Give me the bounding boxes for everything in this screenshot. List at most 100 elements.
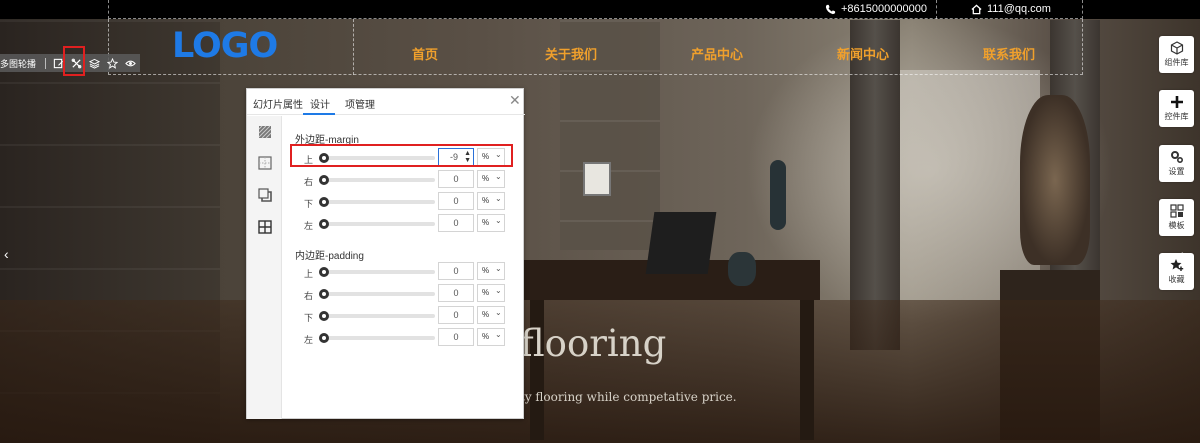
padding-top-input[interactable]: 0 bbox=[438, 262, 474, 280]
margin-right-input[interactable]: 0 bbox=[438, 170, 474, 188]
slider-knob[interactable] bbox=[319, 175, 329, 185]
margin-left-input[interactable]: 0 bbox=[438, 214, 474, 232]
margin-right-label: 右 bbox=[304, 177, 314, 187]
margin-bottom-label: 下 bbox=[304, 199, 314, 209]
dock-components-label: 组件库 bbox=[1164, 58, 1189, 67]
shadow-style-icon[interactable] bbox=[258, 188, 272, 202]
unit-value: % bbox=[482, 218, 490, 227]
dock-favorites[interactable]: 收藏 bbox=[1159, 253, 1194, 290]
dock-controls-label: 控件库 bbox=[1164, 112, 1189, 121]
email-address: 111@qq.com bbox=[987, 3, 1051, 15]
unit-value: % bbox=[482, 288, 490, 297]
top-bar-divider bbox=[936, 0, 937, 19]
dock-templates-label: 模板 bbox=[1168, 221, 1185, 230]
close-icon[interactable]: ✕ bbox=[509, 93, 521, 107]
active-tab-indicator bbox=[303, 113, 335, 115]
tab-design[interactable]: 设计 bbox=[310, 96, 330, 111]
home-icon bbox=[971, 4, 982, 14]
margin-top-highlight-box bbox=[290, 144, 513, 167]
tab-item-management[interactable]: 项管理 bbox=[345, 96, 375, 111]
gears-icon bbox=[1170, 151, 1183, 164]
spacing-style-icon[interactable] bbox=[258, 220, 272, 234]
padding-right-input[interactable]: 0 bbox=[438, 284, 474, 302]
padding-left-unit-select[interactable]: % ⌄ bbox=[477, 328, 505, 346]
padding-top-label: 上 bbox=[304, 269, 314, 279]
chevron-down-icon: ⌄ bbox=[495, 308, 502, 317]
padding-bottom-input[interactable]: 0 bbox=[438, 306, 474, 324]
dock-components[interactable]: 组件库 bbox=[1159, 36, 1194, 73]
padding-left-input[interactable]: 0 bbox=[438, 328, 474, 346]
phone-contact: +8615000000000 bbox=[825, 3, 927, 15]
padding-right-slider[interactable] bbox=[319, 289, 435, 299]
grid-icon bbox=[1169, 204, 1184, 218]
plus-icon bbox=[1170, 96, 1183, 108]
slider-knob[interactable] bbox=[319, 289, 329, 299]
margin-left-unit-select[interactable]: % ⌄ bbox=[477, 214, 505, 232]
slider-knob[interactable] bbox=[319, 311, 329, 321]
padding-top-unit-select[interactable]: % ⌄ bbox=[477, 262, 505, 280]
dock-settings[interactable]: 设置 bbox=[1159, 145, 1194, 182]
border-style-icon[interactable] bbox=[258, 156, 272, 170]
dock-favorites-label: 收藏 bbox=[1168, 275, 1185, 284]
padding-bottom-slider[interactable] bbox=[319, 311, 435, 321]
unit-value: % bbox=[482, 196, 490, 205]
dock-controls[interactable]: 控件库 bbox=[1159, 90, 1194, 127]
chevron-down-icon: ⌄ bbox=[495, 172, 502, 181]
padding-group-title: 内边距-padding bbox=[295, 251, 364, 262]
chevron-down-icon: ⌄ bbox=[495, 216, 502, 225]
dialog-tabs: 幻灯片属性 设计 项管理 ✕ bbox=[247, 89, 525, 115]
unit-value: % bbox=[482, 266, 490, 275]
favorite-icon[interactable] bbox=[106, 56, 120, 71]
nav-divider bbox=[353, 19, 354, 75]
unit-value: % bbox=[482, 310, 490, 319]
padding-top-slider[interactable] bbox=[319, 267, 435, 277]
nav-news[interactable]: 新闻中心 bbox=[837, 44, 889, 63]
nav-contact[interactable]: 联系我们 bbox=[983, 44, 1035, 63]
chevron-down-icon: ⌄ bbox=[495, 264, 502, 273]
chevron-down-icon: ⌄ bbox=[495, 194, 502, 203]
padding-right-unit-select[interactable]: % ⌄ bbox=[477, 284, 505, 302]
layers-icon[interactable] bbox=[87, 56, 101, 71]
slider-knob[interactable] bbox=[319, 219, 329, 229]
slider-knob[interactable] bbox=[319, 197, 329, 207]
banner-subtitle: ty flooring while competative price. bbox=[520, 390, 737, 404]
chevron-down-icon: ⌄ bbox=[495, 330, 502, 339]
margin-left-label: 左 bbox=[304, 221, 314, 231]
slider-knob[interactable] bbox=[319, 267, 329, 277]
padding-left-slider[interactable] bbox=[319, 333, 435, 343]
slider-knob[interactable] bbox=[319, 333, 329, 343]
unit-value: % bbox=[482, 332, 490, 341]
padding-left-label: 左 bbox=[304, 335, 314, 345]
banner-title: flooring bbox=[520, 322, 667, 365]
unit-value: % bbox=[482, 174, 490, 183]
dock-templates[interactable]: 模板 bbox=[1159, 199, 1194, 236]
background-style-icon[interactable] bbox=[258, 125, 272, 139]
nav-about[interactable]: 关于我们 bbox=[545, 44, 597, 63]
nav-home[interactable]: 首页 bbox=[412, 44, 438, 63]
margin-bottom-unit-select[interactable]: % ⌄ bbox=[477, 192, 505, 210]
tools-highlight-box bbox=[63, 46, 85, 76]
phone-icon bbox=[825, 4, 836, 14]
dock-settings-label: 设置 bbox=[1168, 167, 1185, 176]
padding-right-label: 右 bbox=[304, 291, 314, 301]
email-contact: 111@qq.com bbox=[971, 3, 1051, 15]
eye-icon[interactable] bbox=[124, 56, 138, 71]
padding-bottom-unit-select[interactable]: % ⌄ bbox=[477, 306, 505, 324]
margin-right-slider[interactable] bbox=[319, 175, 435, 185]
site-logo[interactable]: LOGO bbox=[172, 26, 278, 66]
tab-slide-properties[interactable]: 幻灯片属性 bbox=[253, 96, 303, 111]
slide-properties-dialog: 幻灯片属性 设计 项管理 ✕ 外边距-margin 上 -9 ▲ ▼ % ⌄ 右 0 … bbox=[246, 88, 525, 419]
cube-icon bbox=[1170, 41, 1183, 55]
design-category-rail bbox=[247, 116, 282, 419]
toolbar-divider bbox=[45, 57, 46, 69]
nav-products[interactable]: 产品中心 bbox=[691, 44, 743, 63]
margin-right-unit-select[interactable]: % ⌄ bbox=[477, 170, 505, 188]
margin-bottom-slider[interactable] bbox=[319, 197, 435, 207]
phone-number: +8615000000000 bbox=[841, 3, 927, 15]
component-name: 多图轮播 bbox=[0, 58, 37, 69]
slide-next-icon[interactable]: › bbox=[1181, 246, 1186, 262]
margin-left-slider[interactable] bbox=[319, 219, 435, 229]
slide-prev-icon[interactable]: ‹ bbox=[4, 246, 9, 262]
chevron-down-icon: ⌄ bbox=[495, 286, 502, 295]
margin-bottom-input[interactable]: 0 bbox=[438, 192, 474, 210]
